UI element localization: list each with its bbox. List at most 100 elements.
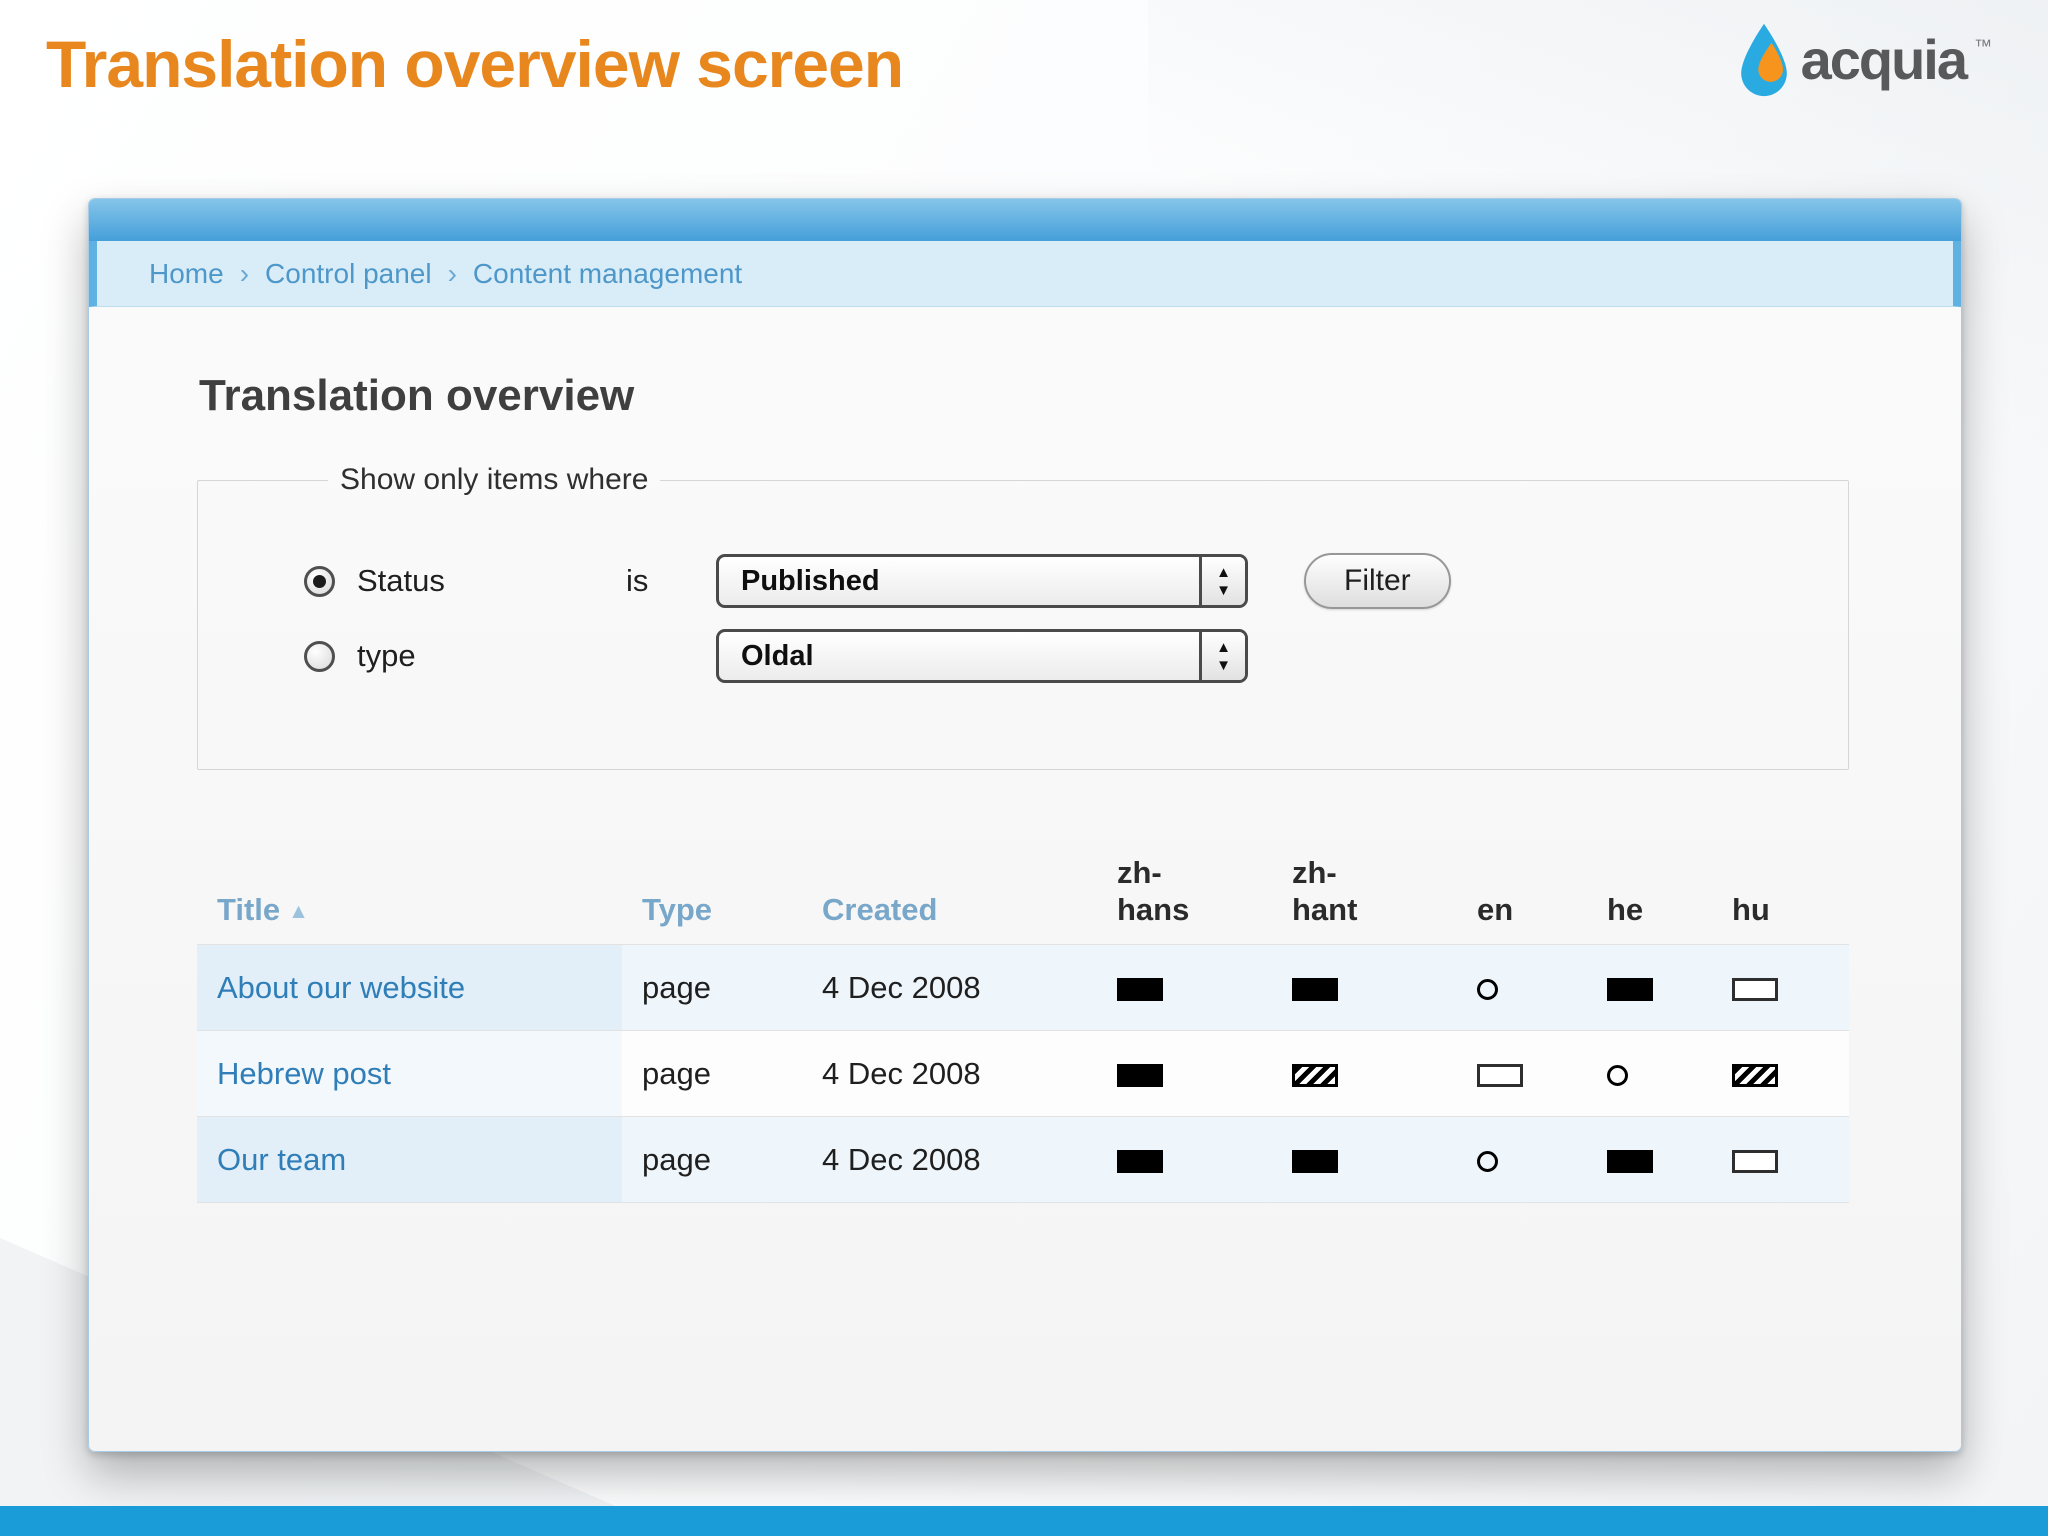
row-created: 4 Dec 2008: [822, 1141, 981, 1177]
translation-status-icon: [1117, 978, 1163, 1002]
table-row: Hebrew post page 4 Dec 2008: [197, 1030, 1849, 1117]
translation-status-icon: [1607, 1150, 1653, 1174]
row-title-link[interactable]: About our website: [217, 970, 465, 1005]
window-content: Translation overview Show only items whe…: [89, 307, 1961, 1451]
breadcrumb-link-content-management[interactable]: Content management: [473, 258, 742, 290]
window-titlebar: [89, 199, 1961, 241]
translation-status-icon: [1732, 978, 1778, 1002]
translation-status-cell: [1712, 1117, 1849, 1203]
sort-asc-icon: [280, 892, 309, 927]
breadcrumb-link-control-panel[interactable]: Control panel: [265, 258, 432, 290]
translation-status-icon: [1477, 979, 1498, 1001]
translation-status-icon: [1732, 1150, 1778, 1174]
translation-status-icon: [1732, 1064, 1778, 1088]
translation-status-cell: [1097, 945, 1272, 1031]
filter-legend: Show only items where: [340, 463, 649, 496]
language-column-header-zh-hant: zh-hant: [1272, 854, 1457, 945]
column-header-created[interactable]: Created: [802, 854, 1097, 945]
type-radio[interactable]: [304, 640, 335, 672]
logo-text: acquia: [1800, 28, 1968, 91]
page-title: Translation overview: [199, 371, 635, 420]
translation-status-icon: [1292, 978, 1338, 1002]
translation-status-icon: [1117, 1150, 1163, 1174]
filter-row-status: Status is Published Filter: [304, 553, 1848, 609]
type-select-value: Oldal: [741, 639, 814, 672]
row-title-cell: About our website: [197, 944, 622, 1031]
language-header-label: en: [1477, 892, 1514, 928]
status-select[interactable]: Published: [716, 554, 1248, 608]
column-header-title[interactable]: Title: [197, 854, 622, 945]
translation-status-cell: [1272, 1117, 1457, 1203]
translation-status-icon: [1292, 1150, 1338, 1174]
translation-status-cell: [1587, 1031, 1712, 1117]
language-header-label: zh-hans: [1117, 855, 1190, 928]
language-column-header-he: he: [1587, 854, 1712, 945]
column-header-title-label: Title: [217, 892, 281, 928]
translation-status-cell: [1097, 1117, 1272, 1203]
arrow-up-icon: [1216, 565, 1231, 580]
type-radio-label: type: [357, 638, 416, 673]
filter-connector: is: [626, 563, 649, 598]
bottom-bar: [0, 1506, 2048, 1536]
status-radio-label: Status: [357, 563, 445, 598]
language-header-label: hu: [1732, 892, 1770, 928]
droplet-icon: [1740, 23, 1787, 97]
translation-status-icon: [1607, 978, 1653, 1002]
column-header-type[interactable]: Type: [622, 854, 802, 945]
translation-status-icon: [1607, 1065, 1628, 1087]
breadcrumb: Home › Control panel › Content managemen…: [89, 241, 1961, 307]
select-stepper-icon: [1199, 632, 1245, 680]
status-select-value: Published: [741, 564, 880, 597]
translation-status-cell: [1272, 945, 1457, 1031]
row-title-cell: Our team: [197, 1116, 622, 1203]
logo-trademark: ™: [1974, 36, 1992, 56]
row-created: 4 Dec 2008: [822, 1055, 981, 1091]
translation-table: Title Type Created zh-hans zh-hant en he…: [197, 854, 1849, 1203]
status-radio[interactable]: [304, 565, 335, 597]
filter-row-type: type Oldal: [304, 629, 1848, 683]
breadcrumb-link-home[interactable]: Home: [149, 258, 224, 290]
slide: Translation overview screen acquia ™ Hom…: [0, 0, 2048, 1536]
breadcrumb-separator: ›: [239, 257, 250, 289]
app-window: Home › Control panel › Content managemen…: [88, 198, 1962, 1452]
row-title-cell: Hebrew post: [197, 1030, 622, 1117]
row-title-link[interactable]: Our team: [217, 1142, 346, 1177]
translation-status-cell: [1712, 1031, 1849, 1117]
arrow-up-icon: [1216, 640, 1231, 655]
translation-status-cell: [1272, 1031, 1457, 1117]
table-row: Our team page 4 Dec 2008: [197, 1116, 1849, 1203]
breadcrumb-separator: ›: [447, 257, 457, 289]
translation-status-cell: [1587, 945, 1712, 1031]
slide-title: Translation overview screen: [46, 27, 904, 101]
acquia-logo: acquia ™: [1735, 22, 1992, 98]
filter-fieldset: Show only items where Status is Publishe…: [197, 463, 1849, 770]
row-type: page: [642, 969, 711, 1005]
translation-status-icon: [1477, 1151, 1498, 1173]
translation-status-icon: [1117, 1064, 1163, 1088]
translation-status-icon: [1477, 1064, 1523, 1088]
translation-status-cell: [1587, 1117, 1712, 1203]
type-radio-wrap: type: [304, 638, 626, 674]
table-header-row: Title Type Created zh-hans zh-hant en he…: [197, 854, 1849, 945]
filter-button[interactable]: Filter: [1304, 553, 1451, 609]
translation-status-cell: [1712, 945, 1849, 1031]
type-select[interactable]: Oldal: [716, 629, 1248, 683]
select-stepper-icon: [1199, 557, 1245, 605]
language-column-header-en: en: [1457, 854, 1587, 945]
row-type: page: [642, 1141, 711, 1177]
translation-status-cell: [1097, 1031, 1272, 1117]
arrow-down-icon: [1216, 580, 1231, 598]
language-header-label: zh-hant: [1292, 855, 1358, 928]
translation-status-cell: [1457, 1031, 1587, 1117]
language-column-header-hu: hu: [1712, 854, 1849, 945]
language-column-header-zh-hans: zh-hans: [1097, 854, 1272, 945]
translation-status-cell: [1457, 945, 1587, 1031]
translation-status-cell: [1457, 1117, 1587, 1203]
row-type: page: [642, 1055, 711, 1091]
table-row: About our website page 4 Dec 2008: [197, 944, 1849, 1031]
status-radio-wrap: Status: [304, 563, 626, 599]
arrow-down-icon: [1216, 655, 1231, 673]
row-title-link[interactable]: Hebrew post: [217, 1056, 391, 1091]
row-created: 4 Dec 2008: [822, 969, 981, 1005]
translation-status-icon: [1292, 1064, 1338, 1088]
